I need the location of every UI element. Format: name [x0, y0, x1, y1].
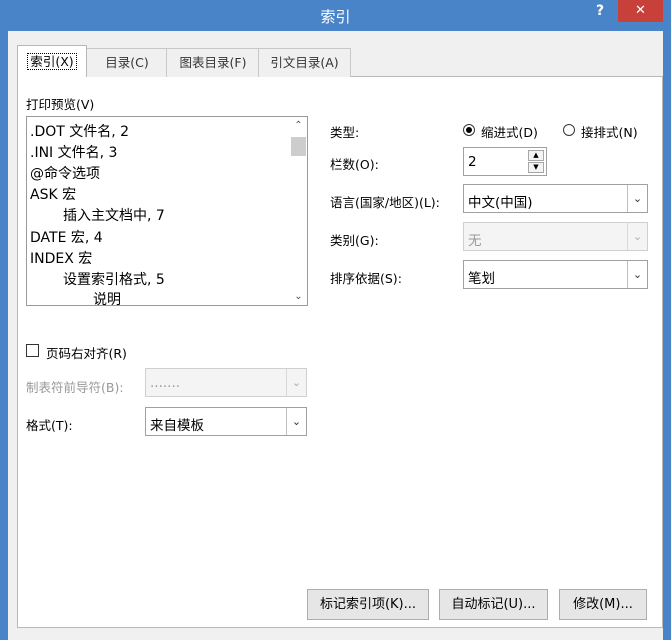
sort-label: 排序依据(S):	[330, 271, 402, 286]
tab-figures-label: 图表目录(F)	[179, 55, 247, 70]
columns-label: 栏数(O):	[330, 157, 379, 172]
chevron-down-icon[interactable]: ⌄	[627, 185, 647, 212]
type-label: 类型:	[330, 125, 360, 140]
sort-select[interactable]: 笔划 ⌄	[463, 260, 648, 289]
chevron-down-icon[interactable]: ⌄	[286, 408, 306, 435]
radio-indented[interactable]	[463, 124, 475, 136]
language-label: 语言(国家/地区)(L):	[330, 195, 440, 210]
tab-table-of-figures[interactable]: 图表目录(F)	[166, 48, 260, 77]
category-value: 无	[468, 233, 482, 249]
chevron-down-icon[interactable]: ⌄	[627, 261, 647, 288]
scroll-up-icon[interactable]: ⌃	[290, 117, 307, 134]
category-label: 类别(G):	[330, 233, 379, 248]
preview-line: .DOT 文件名, 2	[30, 124, 130, 140]
close-button[interactable]: ✕	[618, 0, 663, 22]
tab-leader-value: .......	[150, 375, 181, 391]
sort-value: 笔划	[468, 271, 495, 287]
language-value: 中文(中国)	[468, 195, 533, 211]
tab-index[interactable]: 索引(X)	[17, 45, 87, 77]
modify-button[interactable]: 修改(M)...	[559, 589, 647, 620]
index-dialog: 索引 ? ✕ 索引(X) 目录(C) 图表目录(F) 引文目录(A) 打印预览(…	[0, 0, 671, 640]
tab-index-label: 索引(X)	[27, 53, 77, 70]
print-preview-label: 打印预览(V)	[26, 97, 95, 112]
tab-table-of-authorities[interactable]: 引文目录(A)	[258, 48, 351, 77]
preview-line: INDEX 宏	[30, 251, 93, 267]
window-border-right	[663, 31, 671, 640]
preview-line: @命令选项	[30, 166, 100, 182]
window-title: 索引	[320, 8, 351, 26]
tab-leader-label: 制表符前导符(B):	[26, 380, 124, 395]
title-bar[interactable]: 索引 ? ✕	[0, 0, 671, 31]
tab-leader-select: ....... ⌄	[145, 368, 307, 397]
preview-line: 设置索引格式, 5	[63, 272, 165, 288]
category-select: 无 ⌄	[463, 222, 648, 251]
chevron-down-icon: ⌄	[286, 369, 306, 396]
scroll-down-icon[interactable]: ⌄	[290, 288, 307, 305]
format-select[interactable]: 来自模板 ⌄	[145, 407, 307, 436]
format-label: 格式(T):	[26, 418, 73, 433]
language-select[interactable]: 中文(中国) ⌄	[463, 184, 648, 213]
mark-entry-button[interactable]: 标记索引项(K)...	[307, 589, 429, 620]
preview-line: 插入主文档中, 7	[63, 208, 165, 224]
automark-button[interactable]: 自动标记(U)...	[439, 589, 548, 620]
preview-line: DATE 宏, 4	[30, 230, 103, 246]
preview-scrollbar[interactable]: ⌃ ⌄	[290, 117, 307, 305]
window-border-left	[0, 31, 8, 640]
radio-indented-label[interactable]: 缩进式(D)	[481, 122, 538, 141]
right-align-label[interactable]: 页码右对齐(R)	[46, 343, 127, 362]
help-button[interactable]: ?	[585, 0, 615, 24]
preview-line: .INI 文件名, 3	[30, 145, 118, 161]
print-preview-box[interactable]: .DOT 文件名, 2 .INI 文件名, 3 @命令选项 ASK 宏 插入主文…	[26, 116, 308, 306]
tab-toc-label: 目录(C)	[105, 55, 149, 70]
tab-toc[interactable]: 目录(C)	[86, 48, 168, 77]
preview-line: ASK 宏	[30, 187, 77, 203]
preview-line: 说明	[93, 292, 121, 306]
spin-down-icon[interactable]: ▼	[528, 162, 544, 173]
radio-run-in[interactable]	[563, 124, 575, 136]
chevron-down-icon: ⌄	[627, 223, 647, 250]
right-align-checkbox[interactable]	[26, 344, 39, 357]
columns-value: 2	[468, 154, 477, 170]
radio-run-in-label[interactable]: 接排式(N)	[581, 122, 638, 141]
scroll-thumb[interactable]	[291, 137, 306, 156]
format-value: 来自模板	[150, 418, 204, 434]
spin-up-icon[interactable]: ▲	[528, 150, 544, 161]
tab-authorities-label: 引文目录(A)	[270, 55, 339, 70]
columns-spinner[interactable]: 2 ▲ ▼	[463, 147, 547, 176]
